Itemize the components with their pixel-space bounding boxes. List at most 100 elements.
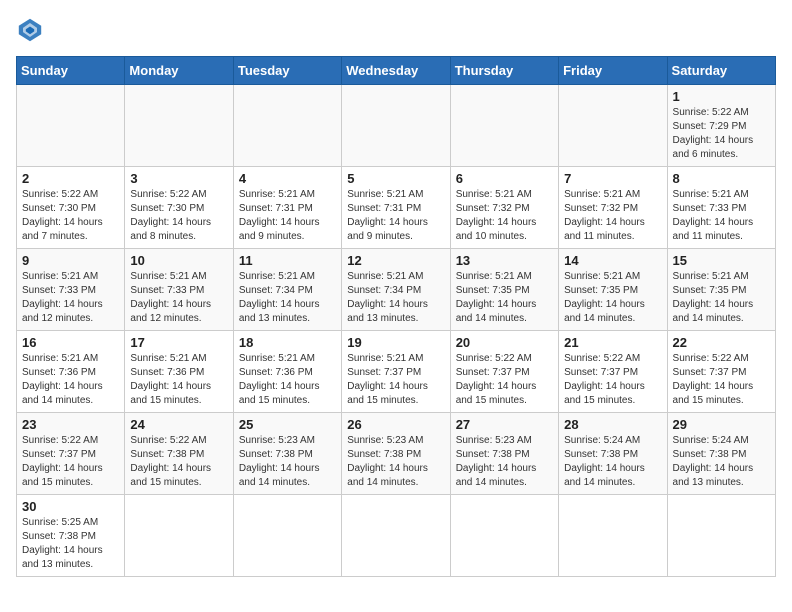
day-header-saturday: Saturday [667,57,775,85]
calendar-cell: 20 Sunrise: 5:22 AM Sunset: 7:37 PM Dayli… [450,331,558,413]
day-info: Sunrise: 5:21 AM Sunset: 7:34 PM Dayligh… [347,270,444,326]
calendar-cell: 16Sunrise: 5:21 AM Sunset: 7:36 PM Dayli… [17,331,125,413]
calendar-cell: 27Sunrise: 5:23 AM Sunset: 7:38 PM Dayli… [450,413,558,495]
day-info: Sunrise: 5:22 AM Sunset: 7:37 PM Dayligh… [22,434,119,490]
calendar-cell: 2 Sunrise: 5:22 AM Sunset: 7:30 PM Daylig… [17,167,125,249]
calendar-cell: 3 Sunrise: 5:22 AM Sunset: 7:30 PM Daylig… [125,167,233,249]
day-info: Sunrise: 5:22 AM Sunset: 7:30 PM Dayligh… [130,188,227,244]
day-number: 10 [130,253,227,268]
day-info: Sunrise: 5:21 AM Sunset: 7:33 PM Dayligh… [22,270,119,326]
calendar-cell: 29 Sunrise: 5:24 AM Sunset: 7:38 PM Dayli… [667,413,775,495]
day-number: 5 [347,171,444,186]
day-info: Sunrise: 5:23 AM Sunset: 7:38 PM Dayligh… [347,434,444,490]
day-headers-row: SundayMondayTuesdayWednesdayThursdayFrid… [17,57,776,85]
calendar-cell: 5 Sunrise: 5:21 AM Sunset: 7:31 PM Daylig… [342,167,450,249]
day-info: Sunrise: 5:21 AM Sunset: 7:37 PM Dayligh… [347,352,444,408]
calendar-cell: 24 Sunrise: 5:22 AM Sunset: 7:38 PM Dayli… [125,413,233,495]
calendar-cell: 11Sunrise: 5:21 AM Sunset: 7:34 PM Dayli… [233,249,341,331]
calendar-cell: 26Sunrise: 5:23 AM Sunset: 7:38 PM Dayli… [342,413,450,495]
day-number: 19 [347,335,444,350]
calendar-week-6: 30 Sunrise: 5:25 AM Sunset: 7:38 PM Dayli… [17,495,776,577]
calendar-week-5: 23 Sunrise: 5:22 AM Sunset: 7:37 PM Dayli… [17,413,776,495]
day-number: 29 [673,417,770,432]
day-info: Sunrise: 5:25 AM Sunset: 7:38 PM Dayligh… [22,516,119,572]
calendar-cell [342,495,450,577]
day-header-thursday: Thursday [450,57,558,85]
calendar-cell: 10 Sunrise: 5:21 AM Sunset: 7:33 PM Dayli… [125,249,233,331]
day-header-wednesday: Wednesday [342,57,450,85]
calendar-cell [233,85,341,167]
day-number: 20 [456,335,553,350]
calendar-cell: 30 Sunrise: 5:25 AM Sunset: 7:38 PM Dayli… [17,495,125,577]
calendar-body: 1Sunrise: 5:22 AM Sunset: 7:29 PM Daylig… [17,85,776,577]
day-number: 17 [130,335,227,350]
day-number: 9 [22,253,119,268]
day-info: Sunrise: 5:21 AM Sunset: 7:33 PM Dayligh… [673,188,770,244]
day-number: 4 [239,171,336,186]
calendar-week-3: 9 Sunrise: 5:21 AM Sunset: 7:33 PM Daylig… [17,249,776,331]
calendar-table: SundayMondayTuesdayWednesdayThursdayFrid… [16,56,776,577]
day-info: Sunrise: 5:21 AM Sunset: 7:36 PM Dayligh… [130,352,227,408]
day-number: 24 [130,417,227,432]
day-info: Sunrise: 5:22 AM Sunset: 7:29 PM Dayligh… [673,106,770,162]
day-info: Sunrise: 5:23 AM Sunset: 7:38 PM Dayligh… [239,434,336,490]
calendar-cell: 18Sunrise: 5:21 AM Sunset: 7:36 PM Dayli… [233,331,341,413]
calendar-cell [450,495,558,577]
day-info: Sunrise: 5:22 AM Sunset: 7:37 PM Dayligh… [673,352,770,408]
day-header-tuesday: Tuesday [233,57,341,85]
logo [16,16,48,44]
day-number: 28 [564,417,661,432]
day-info: Sunrise: 5:24 AM Sunset: 7:38 PM Dayligh… [564,434,661,490]
calendar-cell: 8 Sunrise: 5:21 AM Sunset: 7:33 PM Daylig… [667,167,775,249]
day-number: 25 [239,417,336,432]
day-info: Sunrise: 5:21 AM Sunset: 7:35 PM Dayligh… [564,270,661,326]
day-info: Sunrise: 5:22 AM Sunset: 7:30 PM Dayligh… [22,188,119,244]
calendar-cell [233,495,341,577]
day-number: 18 [239,335,336,350]
calendar-cell: 7Sunrise: 5:21 AM Sunset: 7:32 PM Daylig… [559,167,667,249]
calendar-cell: 12Sunrise: 5:21 AM Sunset: 7:34 PM Dayli… [342,249,450,331]
day-info: Sunrise: 5:24 AM Sunset: 7:38 PM Dayligh… [673,434,770,490]
day-number: 6 [456,171,553,186]
calendar-week-4: 16Sunrise: 5:21 AM Sunset: 7:36 PM Dayli… [17,331,776,413]
day-header-sunday: Sunday [17,57,125,85]
calendar-cell [667,495,775,577]
calendar-cell: 25 Sunrise: 5:23 AM Sunset: 7:38 PM Dayli… [233,413,341,495]
calendar-cell [17,85,125,167]
calendar-cell [342,85,450,167]
calendar-cell: 28 Sunrise: 5:24 AM Sunset: 7:38 PM Dayli… [559,413,667,495]
calendar-cell: 22Sunrise: 5:22 AM Sunset: 7:37 PM Dayli… [667,331,775,413]
calendar-week-2: 2 Sunrise: 5:22 AM Sunset: 7:30 PM Daylig… [17,167,776,249]
calendar-cell: 15Sunrise: 5:21 AM Sunset: 7:35 PM Dayli… [667,249,775,331]
calendar-header: SundayMondayTuesdayWednesdayThursdayFrid… [17,57,776,85]
day-number: 8 [673,171,770,186]
day-info: Sunrise: 5:21 AM Sunset: 7:32 PM Dayligh… [564,188,661,244]
calendar-cell [559,85,667,167]
day-info: Sunrise: 5:21 AM Sunset: 7:33 PM Dayligh… [130,270,227,326]
day-info: Sunrise: 5:21 AM Sunset: 7:35 PM Dayligh… [673,270,770,326]
calendar-cell: 13Sunrise: 5:21 AM Sunset: 7:35 PM Dayli… [450,249,558,331]
calendar-cell [559,495,667,577]
day-info: Sunrise: 5:21 AM Sunset: 7:31 PM Dayligh… [347,188,444,244]
day-number: 11 [239,253,336,268]
day-number: 3 [130,171,227,186]
day-number: 13 [456,253,553,268]
day-number: 14 [564,253,661,268]
day-info: Sunrise: 5:21 AM Sunset: 7:36 PM Dayligh… [22,352,119,408]
day-info: Sunrise: 5:22 AM Sunset: 7:37 PM Dayligh… [456,352,553,408]
day-number: 23 [22,417,119,432]
calendar-cell: 23 Sunrise: 5:22 AM Sunset: 7:37 PM Dayli… [17,413,125,495]
calendar-cell: 21Sunrise: 5:22 AM Sunset: 7:37 PM Dayli… [559,331,667,413]
generalblue-logo-icon [16,16,44,44]
calendar-cell [450,85,558,167]
day-number: 2 [22,171,119,186]
calendar-cell: 19 Sunrise: 5:21 AM Sunset: 7:37 PM Dayli… [342,331,450,413]
day-info: Sunrise: 5:21 AM Sunset: 7:32 PM Dayligh… [456,188,553,244]
calendar-cell: 4Sunrise: 5:21 AM Sunset: 7:31 PM Daylig… [233,167,341,249]
calendar-cell: 17 Sunrise: 5:21 AM Sunset: 7:36 PM Dayli… [125,331,233,413]
day-number: 27 [456,417,553,432]
day-number: 30 [22,499,119,514]
day-number: 21 [564,335,661,350]
day-info: Sunrise: 5:22 AM Sunset: 7:38 PM Dayligh… [130,434,227,490]
calendar-week-1: 1Sunrise: 5:22 AM Sunset: 7:29 PM Daylig… [17,85,776,167]
